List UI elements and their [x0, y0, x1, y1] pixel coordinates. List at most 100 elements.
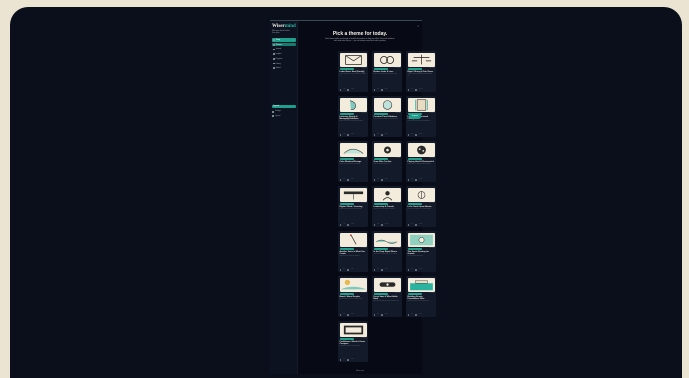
card-footer: 1.5k 8 min — [339, 358, 354, 361]
prompt-count: 5 prompts — [361, 158, 367, 160]
prompt-count: 4 prompts — [429, 203, 435, 205]
theme-card[interactable]: Work 5 prompts Fresh Start & What Holds … — [372, 276, 402, 317]
duration: 8 min — [350, 224, 354, 226]
duration: 8 min — [350, 179, 354, 181]
prompt-count: 5 prompts — [361, 248, 367, 250]
theme-card[interactable]: Relationships 5 prompts Broken Links & L… — [372, 51, 402, 92]
theme-illustration — [407, 277, 435, 292]
chart-icon — [273, 58, 275, 60]
clock-icon — [415, 133, 417, 136]
theme-card[interactable]: Self 5 prompts Listening Deeply & Managi… — [338, 96, 368, 137]
card-footer: 1.4k 10 min — [407, 88, 423, 91]
clock-icon — [347, 358, 349, 361]
theme-card[interactable]: Creativity 5 prompts Playing Hard & Reso… — [406, 141, 436, 182]
prompt-count: 6 prompts — [429, 68, 435, 70]
category-badge: Growth — [407, 247, 422, 250]
read-count: 580 — [411, 314, 414, 316]
sun-icon — [273, 39, 275, 41]
theme-description: Name the habits that shape you. — [373, 164, 391, 166]
theme-title: Leadership & Friends — [373, 205, 394, 208]
theme-card[interactable]: Creativity 5 prompts Another Voice in Wh… — [338, 231, 368, 272]
theme-card[interactable]: Wellbeing 5 prompts Calm Weekend Escape … — [338, 141, 368, 182]
clock-icon — [347, 88, 349, 91]
duration: 10 min — [418, 269, 423, 271]
prompt-count: 6 prompts — [429, 248, 435, 250]
theme-card[interactable]: Values 6 prompts Right / Wrong & Fair Vi… — [406, 51, 436, 92]
theme-title: Digital / Work / Learning — [339, 205, 363, 208]
sidebar-item-saved[interactable]: Saved — [272, 67, 296, 70]
theme-card[interactable]: Wellbeing 5 prompts In the Deep Rapid Ri… — [372, 231, 402, 272]
category-badge: Relationships — [373, 67, 388, 70]
duration: 7 min — [418, 314, 422, 316]
sidebar-item-today[interactable]: Today — [272, 38, 296, 42]
theme-card[interactable]: Self 4 prompts Let's Check Some Basics S… — [406, 186, 436, 227]
category-badge: Growth — [373, 157, 388, 160]
logo[interactable]: Wisermind — [272, 24, 296, 29]
theme-title: Beach, Warm Respite — [339, 295, 360, 298]
card-footer: 820 7 min — [339, 313, 354, 316]
reader-icon — [407, 313, 410, 316]
read-count: 1.4k — [411, 89, 414, 91]
clock-icon — [415, 313, 417, 316]
surprise-button[interactable]: Surprise — [409, 114, 421, 119]
sidebar-item-insights[interactable]: Insights — [272, 52, 296, 55]
theme-description: Weigh a decision against what matters mo… — [407, 74, 433, 77]
theme-title: Listening Deeply & Managing Emotions — [339, 115, 359, 121]
theme-card[interactable]: Growth 4 prompts Grow Who You Are Name t… — [372, 141, 402, 182]
theme-illustration — [373, 187, 401, 202]
settings-link[interactable]: Settings — [272, 110, 296, 113]
category-badge: Relationships — [339, 67, 354, 70]
read-count: 980 — [377, 89, 380, 91]
category-badge: Self — [339, 112, 354, 115]
theme-card[interactable]: Relationships 6 prompts Leadership & Fri… — [372, 186, 402, 227]
theme-description: Picture the rest you have been missing. — [339, 164, 361, 166]
theme-card[interactable]: Wellbeing 5 prompts Beach, Warm Respite … — [338, 276, 368, 317]
sidebar: Wisermind Welcome back Jordan Free plan … — [270, 21, 298, 374]
clock-icon — [415, 88, 417, 91]
duration: 10 min — [418, 89, 423, 91]
reader-icon — [407, 178, 410, 181]
prompt-count: 5 prompts — [361, 68, 367, 70]
prompt-count: 5 prompts — [395, 68, 401, 70]
theme-illustration — [373, 52, 401, 67]
theme-illustration — [339, 142, 367, 157]
duration: 9 min — [418, 179, 422, 181]
prompt-count: 5 prompts — [361, 338, 367, 340]
theme-card[interactable]: Relationships 5 prompts Letter Never Sen… — [338, 51, 368, 92]
sidebar-item-journal[interactable]: Journal — [272, 48, 296, 51]
card-footer: 540 8 min — [339, 268, 354, 271]
read-count: 1.0k — [343, 224, 346, 226]
close-icon[interactable]: × — [417, 24, 419, 28]
sidebar-item-themes[interactable]: Themes — [272, 43, 296, 47]
theme-card[interactable]: Values 4 prompts Building Strong Foundat… — [406, 276, 436, 317]
duration: 9 min — [384, 269, 388, 271]
theme-title: Grow Who You Are — [373, 160, 392, 163]
theme-card[interactable]: Self 5 prompts Confidence, Words & Inner… — [338, 321, 368, 362]
theme-title: Letter Never Sent (Family) — [339, 70, 365, 73]
read-count: 720 — [377, 224, 380, 226]
theme-illustration — [407, 97, 435, 112]
theme-card[interactable]: Growth 6 prompts The Seeds Rooting for G… — [406, 231, 436, 272]
sidebar-item-library[interactable]: Library — [272, 62, 296, 65]
theme-description: Trace a turning point and what it taught… — [407, 121, 431, 123]
read-count: 820 — [343, 314, 346, 316]
category-badge: Values — [407, 292, 422, 295]
sidebar-item-progress[interactable]: Progress — [272, 57, 296, 60]
category-badge: Wellbeing — [373, 247, 388, 250]
category-badge: Creativity — [339, 247, 354, 250]
clock-icon — [347, 313, 349, 316]
duration: 8 min — [350, 359, 354, 361]
card-footer: 1.0k 8 min — [339, 223, 354, 226]
logout-link[interactable]: Log out — [272, 115, 296, 118]
read-count: 1.6k — [411, 224, 414, 226]
theme-card[interactable]: Work 5 prompts Digital / Work / Learning… — [338, 186, 368, 227]
clock-icon — [415, 268, 417, 271]
upgrade-button[interactable]: Upgrade — [272, 105, 296, 109]
clock-icon — [415, 178, 417, 181]
page-title: Pick a theme for today. — [332, 31, 388, 37]
theme-card[interactable]: Self 4 prompts Cerebral Time & Balance R… — [372, 96, 402, 137]
reader-icon — [339, 88, 342, 91]
theme-title: Broken Links & Loss — [373, 70, 394, 73]
theme-illustration — [339, 97, 367, 112]
show-more-link[interactable]: Show more — [298, 371, 422, 372]
